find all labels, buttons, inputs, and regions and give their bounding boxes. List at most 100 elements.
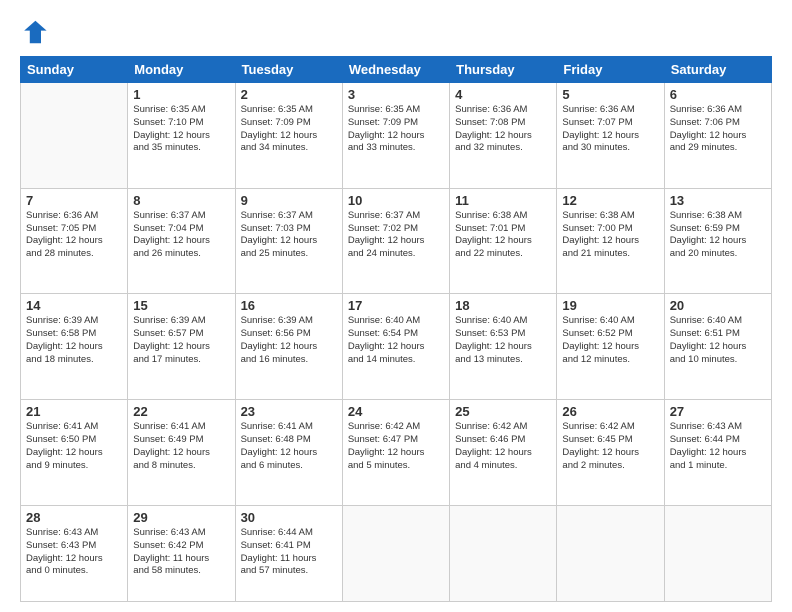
page: SundayMondayTuesdayWednesdayThursdayFrid… [0, 0, 792, 612]
day-info: Sunrise: 6:37 AM Sunset: 7:04 PM Dayligh… [133, 210, 229, 261]
calendar-cell: 3 Sunrise: 6:35 AM Sunset: 7:09 PM Daylig… [342, 83, 449, 189]
week-row-2: 7Sunrise: 6:36 AM Sunset: 7:05 PM Daylig… [21, 188, 772, 294]
day-number: 29 [133, 510, 229, 525]
day-info: Sunrise: 6:41 AM Sunset: 6:49 PM Dayligh… [133, 421, 229, 472]
day-number: 15 [133, 298, 229, 313]
day-number: 27 [670, 404, 766, 419]
header [20, 18, 772, 46]
day-info: Sunrise: 6:37 AM Sunset: 7:02 PM Dayligh… [348, 210, 444, 261]
day-info: Sunrise: 6:41 AM Sunset: 6:48 PM Dayligh… [241, 421, 337, 472]
day-info: Sunrise: 6:43 AM Sunset: 6:43 PM Dayligh… [26, 527, 122, 578]
day-number: 28 [26, 510, 122, 525]
calendar-cell: 22 Sunrise: 6:41 AM Sunset: 6:49 PM Dayli… [128, 400, 235, 506]
day-number: 8 [133, 193, 229, 208]
day-info: Sunrise: 6:35 AM Sunset: 7:09 PM Dayligh… [241, 104, 337, 155]
day-info: Sunrise: 6:36 AM Sunset: 7:08 PM Dayligh… [455, 104, 551, 155]
calendar-cell: 23 Sunrise: 6:41 AM Sunset: 6:48 PM Dayli… [235, 400, 342, 506]
day-number: 16 [241, 298, 337, 313]
calendar-header: SundayMondayTuesdayWednesdayThursdayFrid… [21, 57, 772, 83]
day-number: 9 [241, 193, 337, 208]
day-number: 21 [26, 404, 122, 419]
calendar-cell: 18 Sunrise: 6:40 AM Sunset: 6:53 PM Dayli… [450, 294, 557, 400]
day-info: Sunrise: 6:35 AM Sunset: 7:10 PM Dayligh… [133, 104, 229, 155]
weekday-header-tuesday: Tuesday [235, 57, 342, 83]
day-info: Sunrise: 6:40 AM Sunset: 6:51 PM Dayligh… [670, 315, 766, 366]
calendar-cell: 29Sunrise: 6:43 AM Sunset: 6:42 PM Dayli… [128, 505, 235, 601]
day-number: 17 [348, 298, 444, 313]
day-number: 23 [241, 404, 337, 419]
day-info: Sunrise: 6:35 AM Sunset: 7:09 PM Dayligh… [348, 104, 444, 155]
day-number: 18 [455, 298, 551, 313]
calendar-cell: 27 Sunrise: 6:43 AM Sunset: 6:44 PM Dayli… [664, 400, 771, 506]
calendar-cell [450, 505, 557, 601]
calendar-cell [21, 83, 128, 189]
calendar-cell: 7Sunrise: 6:36 AM Sunset: 7:05 PM Daylig… [21, 188, 128, 294]
calendar-cell: 12 Sunrise: 6:38 AM Sunset: 7:00 PM Dayli… [557, 188, 664, 294]
calendar-cell: 2 Sunrise: 6:35 AM Sunset: 7:09 PM Daylig… [235, 83, 342, 189]
day-info: Sunrise: 6:42 AM Sunset: 6:47 PM Dayligh… [348, 421, 444, 472]
calendar-cell: 5Sunrise: 6:36 AM Sunset: 7:07 PM Daylig… [557, 83, 664, 189]
calendar-cell: 14Sunrise: 6:39 AM Sunset: 6:58 PM Dayli… [21, 294, 128, 400]
week-row-1: 1 Sunrise: 6:35 AM Sunset: 7:10 PM Daylig… [21, 83, 772, 189]
calendar-body: 1 Sunrise: 6:35 AM Sunset: 7:10 PM Daylig… [21, 83, 772, 602]
logo-icon [20, 18, 48, 46]
day-number: 1 [133, 87, 229, 102]
weekday-header-friday: Friday [557, 57, 664, 83]
day-number: 25 [455, 404, 551, 419]
calendar-cell [342, 505, 449, 601]
calendar-cell: 8 Sunrise: 6:37 AM Sunset: 7:04 PM Daylig… [128, 188, 235, 294]
calendar-cell: 16Sunrise: 6:39 AM Sunset: 6:56 PM Dayli… [235, 294, 342, 400]
day-number: 6 [670, 87, 766, 102]
calendar-cell: 17 Sunrise: 6:40 AM Sunset: 6:54 PM Dayli… [342, 294, 449, 400]
day-number: 4 [455, 87, 551, 102]
day-info: Sunrise: 6:43 AM Sunset: 6:44 PM Dayligh… [670, 421, 766, 472]
calendar-cell: 15 Sunrise: 6:39 AM Sunset: 6:57 PM Dayli… [128, 294, 235, 400]
calendar-cell: 4 Sunrise: 6:36 AM Sunset: 7:08 PM Daylig… [450, 83, 557, 189]
weekday-header-sunday: Sunday [21, 57, 128, 83]
calendar-cell: 24 Sunrise: 6:42 AM Sunset: 6:47 PM Dayli… [342, 400, 449, 506]
weekday-header-saturday: Saturday [664, 57, 771, 83]
day-number: 30 [241, 510, 337, 525]
day-info: Sunrise: 6:42 AM Sunset: 6:46 PM Dayligh… [455, 421, 551, 472]
calendar-cell: 9Sunrise: 6:37 AM Sunset: 7:03 PM Daylig… [235, 188, 342, 294]
day-number: 2 [241, 87, 337, 102]
calendar-cell: 13 Sunrise: 6:38 AM Sunset: 6:59 PM Dayli… [664, 188, 771, 294]
calendar-cell: 20 Sunrise: 6:40 AM Sunset: 6:51 PM Dayli… [664, 294, 771, 400]
day-info: Sunrise: 6:40 AM Sunset: 6:53 PM Dayligh… [455, 315, 551, 366]
day-number: 7 [26, 193, 122, 208]
day-number: 3 [348, 87, 444, 102]
day-number: 24 [348, 404, 444, 419]
week-row-4: 21Sunrise: 6:41 AM Sunset: 6:50 PM Dayli… [21, 400, 772, 506]
calendar-cell: 6 Sunrise: 6:36 AM Sunset: 7:06 PM Daylig… [664, 83, 771, 189]
day-number: 12 [562, 193, 658, 208]
weekday-row: SundayMondayTuesdayWednesdayThursdayFrid… [21, 57, 772, 83]
day-number: 10 [348, 193, 444, 208]
day-info: Sunrise: 6:40 AM Sunset: 6:52 PM Dayligh… [562, 315, 658, 366]
weekday-header-wednesday: Wednesday [342, 57, 449, 83]
calendar-table: SundayMondayTuesdayWednesdayThursdayFrid… [20, 56, 772, 602]
calendar-cell: 26 Sunrise: 6:42 AM Sunset: 6:45 PM Dayli… [557, 400, 664, 506]
day-number: 11 [455, 193, 551, 208]
day-info: Sunrise: 6:36 AM Sunset: 7:06 PM Dayligh… [670, 104, 766, 155]
day-info: Sunrise: 6:38 AM Sunset: 6:59 PM Dayligh… [670, 210, 766, 261]
week-row-5: 28 Sunrise: 6:43 AM Sunset: 6:43 PM Dayli… [21, 505, 772, 601]
logo [20, 18, 52, 46]
week-row-3: 14Sunrise: 6:39 AM Sunset: 6:58 PM Dayli… [21, 294, 772, 400]
day-number: 13 [670, 193, 766, 208]
day-info: Sunrise: 6:39 AM Sunset: 6:58 PM Dayligh… [26, 315, 122, 366]
day-info: Sunrise: 6:39 AM Sunset: 6:57 PM Dayligh… [133, 315, 229, 366]
day-number: 5 [562, 87, 658, 102]
day-info: Sunrise: 6:38 AM Sunset: 7:00 PM Dayligh… [562, 210, 658, 261]
calendar-cell: 25 Sunrise: 6:42 AM Sunset: 6:46 PM Dayli… [450, 400, 557, 506]
weekday-header-thursday: Thursday [450, 57, 557, 83]
weekday-header-monday: Monday [128, 57, 235, 83]
day-info: Sunrise: 6:44 AM Sunset: 6:41 PM Dayligh… [241, 527, 337, 578]
day-number: 26 [562, 404, 658, 419]
day-info: Sunrise: 6:42 AM Sunset: 6:45 PM Dayligh… [562, 421, 658, 472]
calendar-cell [664, 505, 771, 601]
day-info: Sunrise: 6:40 AM Sunset: 6:54 PM Dayligh… [348, 315, 444, 366]
day-number: 22 [133, 404, 229, 419]
calendar-cell: 28 Sunrise: 6:43 AM Sunset: 6:43 PM Dayli… [21, 505, 128, 601]
calendar-cell: 11Sunrise: 6:38 AM Sunset: 7:01 PM Dayli… [450, 188, 557, 294]
day-number: 20 [670, 298, 766, 313]
